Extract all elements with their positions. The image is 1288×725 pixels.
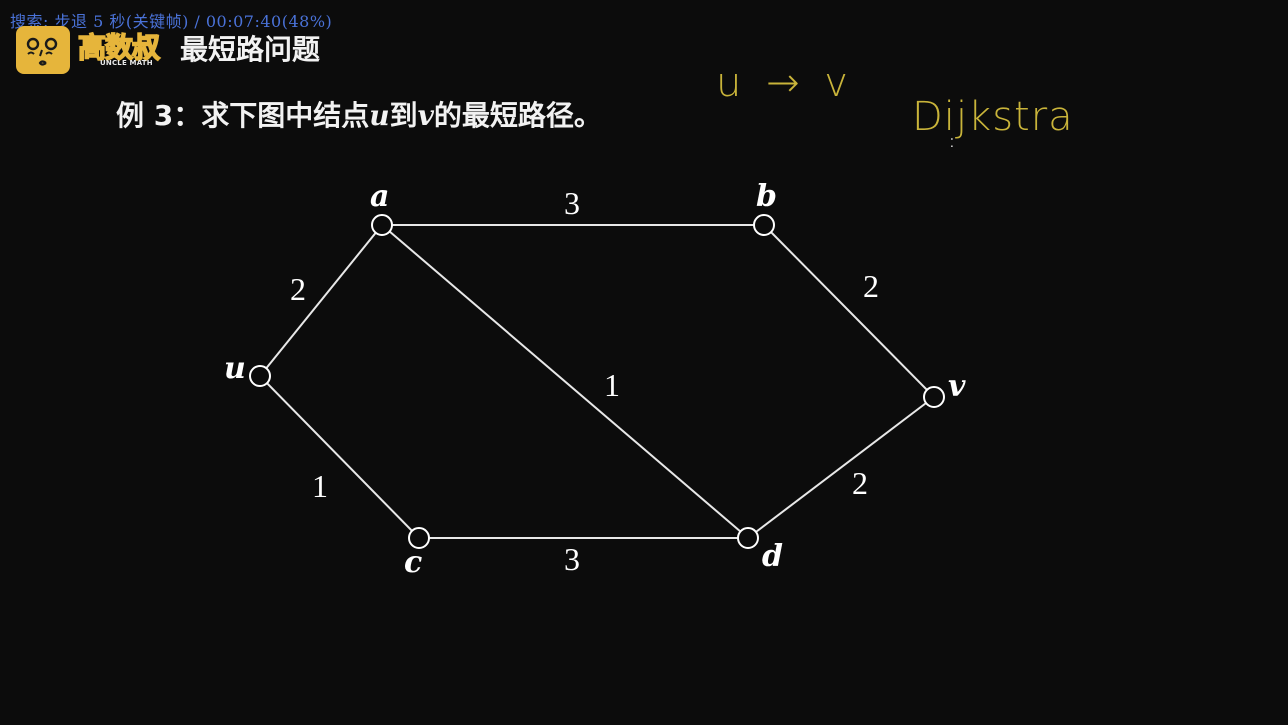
node-label-v: v — [948, 369, 966, 404]
weight-c-d: 3 — [564, 541, 580, 577]
weighted-graph: a b u v c d 3 2 2 1 1 2 3 — [224, 179, 966, 580]
video-frame[interactable]: 搜索: 步退 5 秒(关键帧) / 00:07:40(48%) 高数叔 UNCL… — [0, 0, 1288, 725]
node-label-b: b — [756, 179, 777, 214]
node-label-c: c — [404, 545, 422, 580]
edge-u-c — [259, 375, 420, 539]
node-b — [753, 214, 775, 236]
edge-d-v — [747, 396, 935, 539]
weight-d-v: 2 — [852, 465, 868, 501]
node-u — [249, 365, 271, 387]
edge-b-v — [763, 224, 935, 398]
edge-a-d — [381, 224, 749, 539]
node-label-d: d — [762, 539, 783, 574]
weight-u-c: 1 — [312, 468, 328, 504]
node-a — [371, 214, 393, 236]
edge-u-a — [259, 224, 383, 377]
node-v — [923, 386, 945, 408]
node-d — [737, 527, 759, 549]
weight-a-d: 1 — [604, 367, 620, 403]
node-label-a: a — [370, 179, 389, 214]
weight-a-b: 3 — [564, 185, 580, 221]
node-label-u: u — [224, 351, 246, 386]
weight-b-v: 2 — [863, 268, 879, 304]
weight-u-a: 2 — [290, 271, 306, 307]
